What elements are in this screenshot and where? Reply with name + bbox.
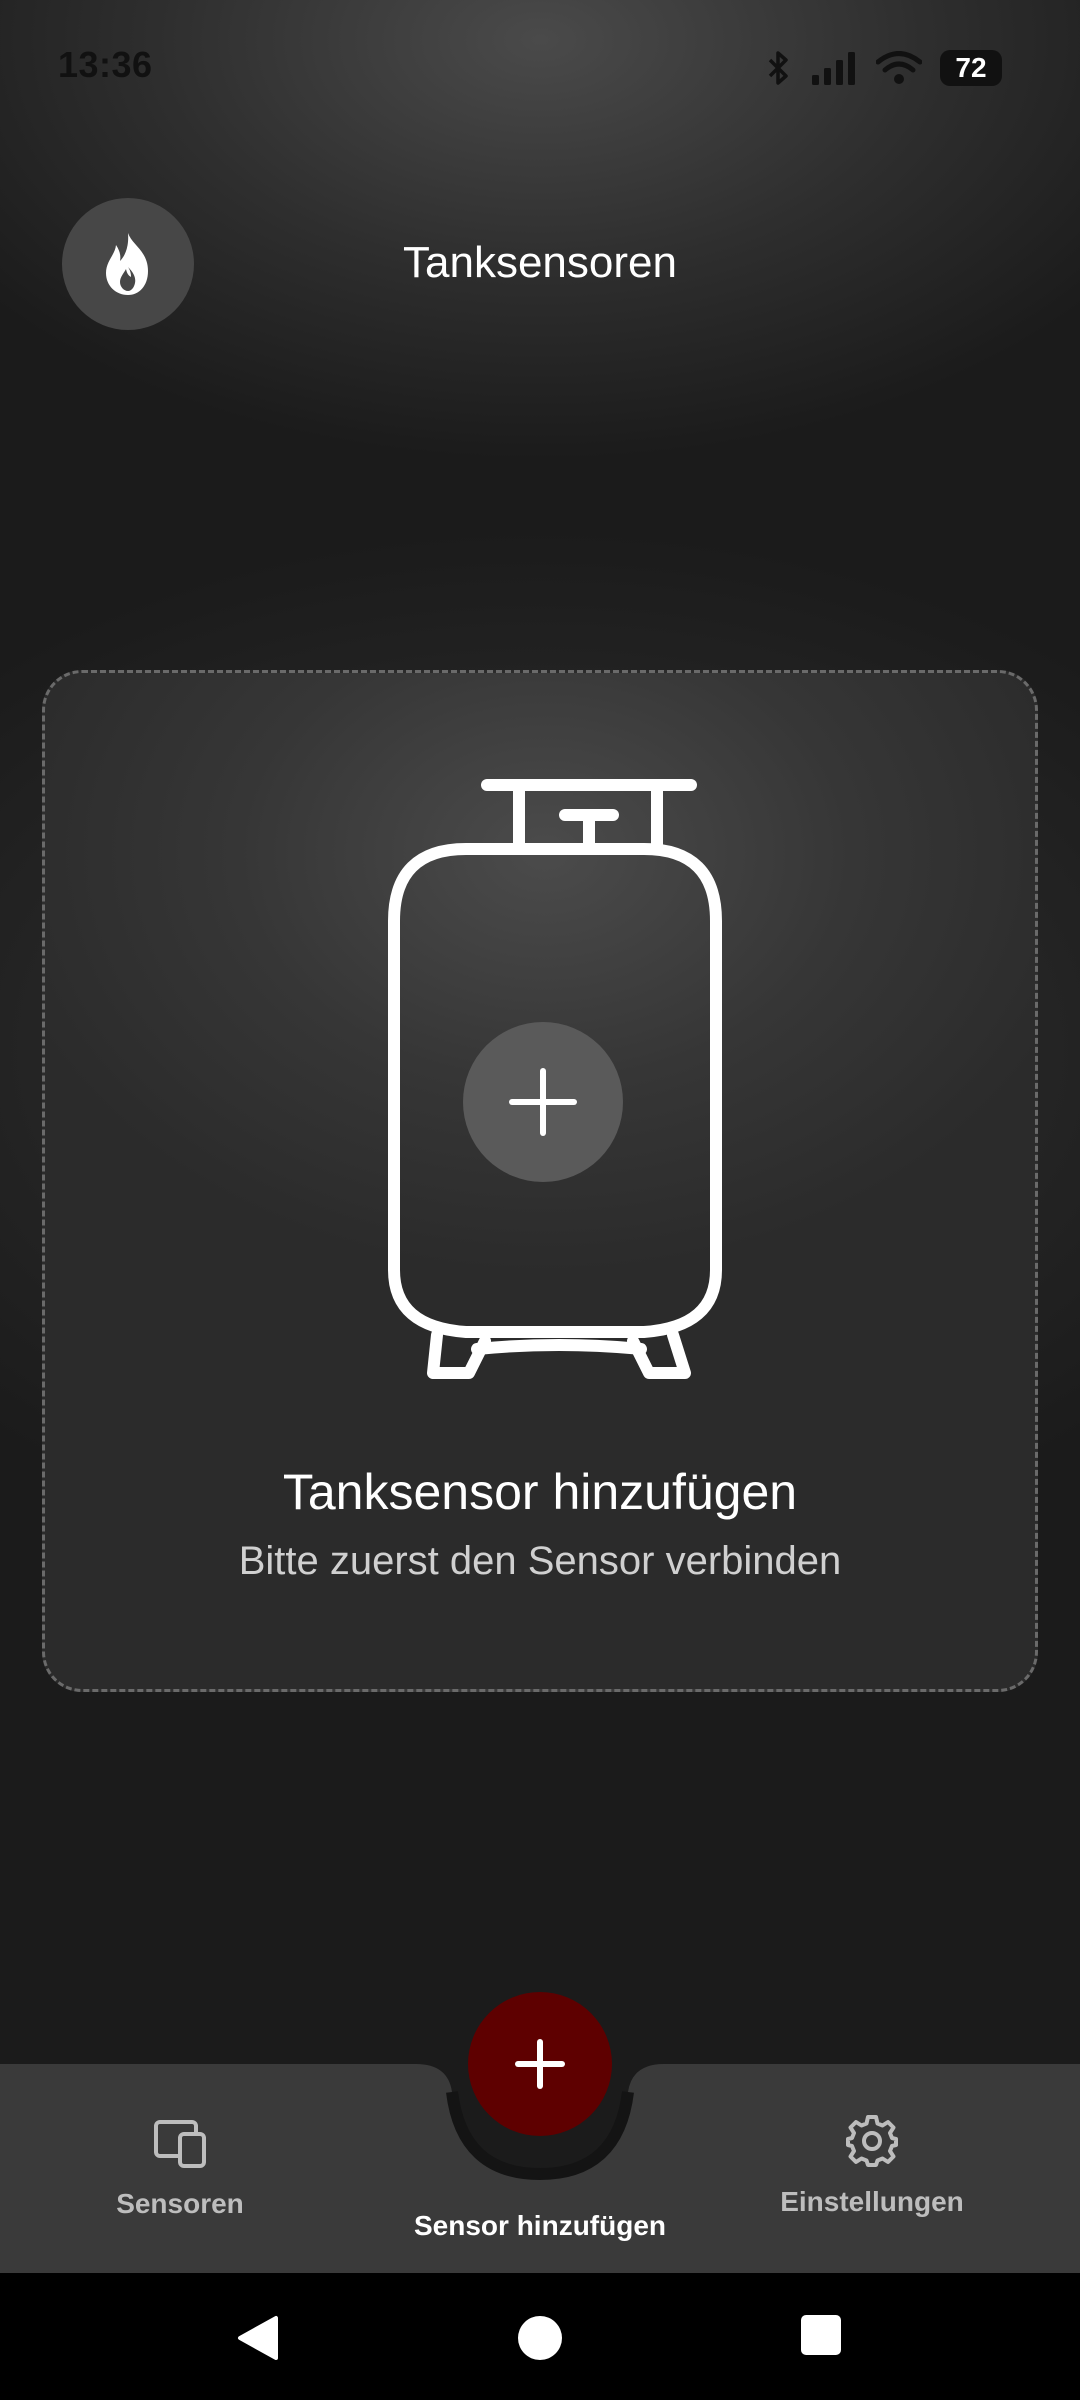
devices-icon	[154, 2120, 206, 2168]
battery-indicator: 72	[940, 50, 1002, 86]
nav-item-sensors[interactable]: Sensoren	[60, 1998, 300, 2273]
nav-item-settings[interactable]: Einstellungen	[752, 1998, 992, 2273]
home-icon[interactable]	[517, 2315, 563, 2361]
plus-icon	[509, 1068, 577, 1136]
plus-icon	[515, 2039, 565, 2089]
recents-icon[interactable]	[801, 2315, 841, 2355]
add-sensor-card[interactable]: Tanksensor hinzufügen Bitte zuerst den S…	[42, 670, 1038, 1692]
signal-icon	[812, 52, 855, 85]
system-navigation-bar	[0, 2273, 1080, 2400]
status-bar: 13:36 72	[0, 0, 1080, 130]
back-icon[interactable]	[236, 2315, 280, 2361]
nav-label-settings: Einstellungen	[780, 2186, 964, 2217]
nav-label-add-sensor: Sensor hinzufügen	[414, 2210, 666, 2241]
bluetooth-icon	[768, 51, 788, 85]
wifi-icon	[876, 51, 922, 84]
status-time: 13:36	[58, 44, 153, 85]
page-title: Tanksensoren	[403, 238, 677, 287]
card-subtitle: Bitte zuerst den Sensor verbinden	[238, 1539, 842, 1583]
add-tank-plus-button[interactable]	[463, 1022, 623, 1182]
gear-icon	[846, 2115, 898, 2167]
nav-label-sensors: Sensoren	[116, 2188, 244, 2219]
card-title: Tanksensor hinzufügen	[282, 1464, 798, 1520]
add-sensor-fab[interactable]	[468, 1992, 612, 2136]
status-icons: 72	[766, 48, 1002, 88]
